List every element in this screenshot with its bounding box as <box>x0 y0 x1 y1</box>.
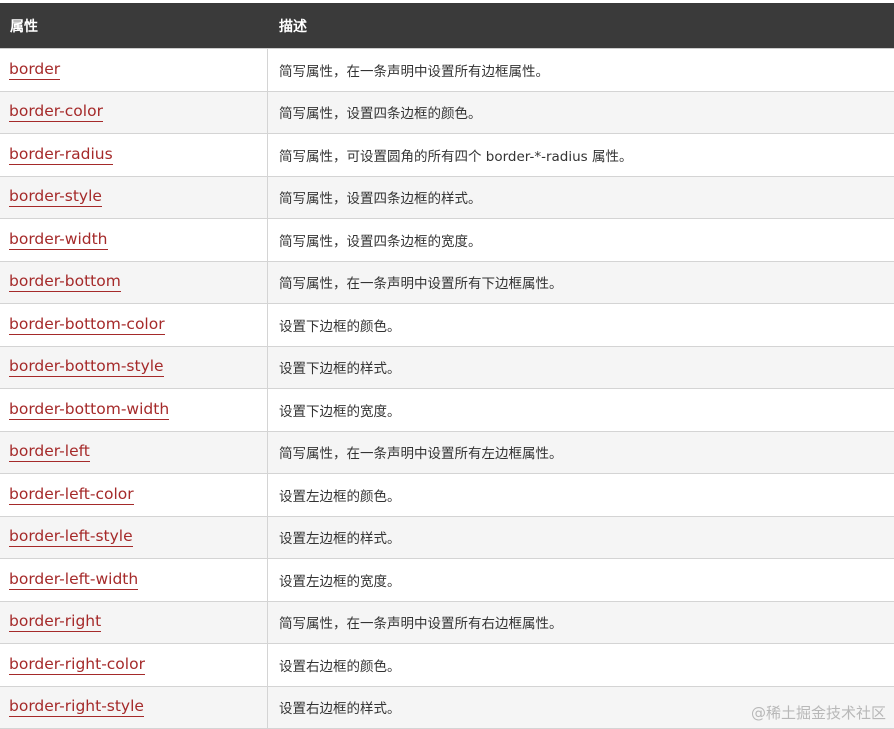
description-cell: 简写属性，在一条声明中设置所有右边框属性。 <box>279 616 563 633</box>
table-row: border-bottom-width 设置下边框的宽度。 <box>0 389 894 432</box>
description-cell: 简写属性，在一条声明中设置所有下边框属性。 <box>279 276 563 293</box>
description-cell: 简写属性，在一条声明中设置所有边框属性。 <box>279 63 549 80</box>
property-link[interactable]: border-width <box>9 230 108 250</box>
table-row: border-color 简写属性，设置四条边框的颜色。 <box>0 91 894 134</box>
property-cell: border-right <box>0 601 268 643</box>
property-cell: border-left-style <box>0 516 268 558</box>
property-cell: border-style <box>0 176 268 218</box>
property-cell: border-left-color <box>0 474 268 516</box>
description-cell: 设置下边框的颜色。 <box>279 318 401 335</box>
property-cell: border <box>0 49 268 91</box>
property-cell: border-bottom-style <box>0 346 268 388</box>
table-row: border-style 简写属性，设置四条边框的样式。 <box>0 176 894 219</box>
property-link[interactable]: border-bottom-width <box>9 400 170 420</box>
table-row: border-radius 简写属性，可设置圆角的所有四个 border-*-r… <box>0 134 894 177</box>
description-cell: 设置右边框的颜色。 <box>279 658 401 675</box>
table-row: border-bottom-style 设置下边框的样式。 <box>0 346 894 389</box>
table-row: border-left-style 设置左边框的样式。 <box>0 516 894 559</box>
table-row: border-right 简写属性，在一条声明中设置所有右边框属性。 <box>0 601 894 644</box>
description-cell: 设置下边框的样式。 <box>279 361 401 378</box>
property-cell: border-bottom-width <box>0 389 268 431</box>
property-link[interactable]: border-bottom-style <box>9 357 164 378</box>
property-link[interactable]: border-bottom-color <box>9 315 165 335</box>
property-cell: border-right-color <box>0 644 268 686</box>
table-row: border-bottom 简写属性，在一条声明中设置所有下边框属性。 <box>0 261 894 304</box>
description-cell: 简写属性，在一条声明中设置所有左边框属性。 <box>279 446 563 463</box>
table-row: border-right-color 设置右边框的颜色。 <box>0 644 894 687</box>
css-border-properties-table: 属性 描述 border 简写属性，在一条声明中设置所有边框属性。 border… <box>0 3 894 729</box>
property-link[interactable]: border-left-width <box>9 570 139 590</box>
property-link[interactable]: border-color <box>9 102 103 123</box>
header-property: 属性 <box>10 18 38 35</box>
property-cell: border-bottom <box>0 261 268 303</box>
property-cell: border-left-width <box>0 559 268 601</box>
header-description: 描述 <box>279 18 307 35</box>
table-row: border-left 简写属性，在一条声明中设置所有左边框属性。 <box>0 431 894 474</box>
description-cell: 简写属性，设置四条边框的宽度。 <box>279 233 482 250</box>
property-cell: border-width <box>0 219 268 261</box>
table-row: border-width 简写属性，设置四条边框的宽度。 <box>0 219 894 262</box>
description-cell: 简写属性，设置四条边框的样式。 <box>279 191 482 208</box>
property-link[interactable]: border-right-color <box>9 655 145 675</box>
property-link[interactable]: border-right <box>9 612 102 633</box>
property-link[interactable]: border <box>9 60 61 80</box>
property-link[interactable]: border-left <box>9 442 90 463</box>
description-cell: 简写属性，可设置圆角的所有四个 border-*-radius 属性。 <box>279 148 633 165</box>
table-row: border-bottom-color 设置下边框的颜色。 <box>0 304 894 347</box>
property-link[interactable]: border-left-color <box>9 485 134 505</box>
property-cell: border-right-style <box>0 686 268 728</box>
watermark: @稀土掘金技术社区 <box>750 704 886 722</box>
property-cell: border-left <box>0 431 268 473</box>
description-cell: 设置左边框的宽度。 <box>279 573 401 590</box>
description-cell: 设置左边框的样式。 <box>279 531 401 548</box>
description-cell: 简写属性，设置四条边框的颜色。 <box>279 106 482 123</box>
property-cell: border-radius <box>0 134 268 176</box>
table-row: border-left-color 设置左边框的颜色。 <box>0 474 894 517</box>
property-cell: border-color <box>0 91 268 133</box>
property-cell: border-bottom-color <box>0 304 268 346</box>
description-cell: 设置左边框的颜色。 <box>279 488 401 505</box>
table-row: border 简写属性，在一条声明中设置所有边框属性。 <box>0 49 894 92</box>
property-link[interactable]: border-bottom <box>9 272 121 293</box>
property-link[interactable]: border-left-style <box>9 527 133 548</box>
table-header: 属性 描述 <box>0 3 894 49</box>
property-link[interactable]: border-right-style <box>9 697 144 718</box>
table-row: border-left-width 设置左边框的宽度。 <box>0 559 894 602</box>
property-link[interactable]: border-radius <box>9 145 113 165</box>
property-link[interactable]: border-style <box>9 187 102 208</box>
description-cell: 设置下边框的宽度。 <box>279 403 401 420</box>
